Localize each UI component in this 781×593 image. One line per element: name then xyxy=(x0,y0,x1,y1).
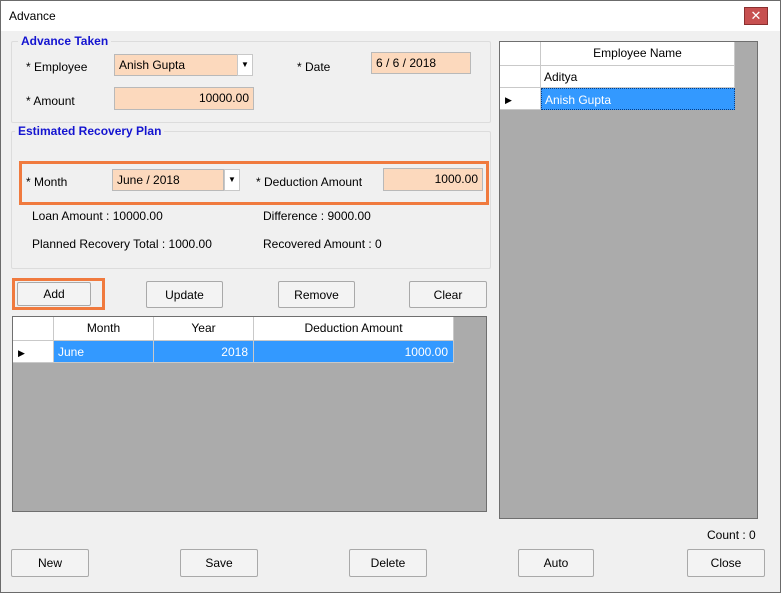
employee-row-header[interactable]: ▶ xyxy=(500,88,541,110)
deduction-amount-field[interactable]: 1000.00 xyxy=(383,168,483,191)
new-button[interactable]: New xyxy=(11,549,89,577)
employee-row-selected[interactable]: Anish Gupta xyxy=(541,88,735,110)
title-bar: Advance ✕ xyxy=(1,1,780,31)
current-row-pointer-icon: ▶ xyxy=(505,95,512,105)
deduction-amount-label: * Deduction Amount xyxy=(256,175,363,189)
employee-row-header[interactable] xyxy=(500,66,541,88)
month-label: * Month xyxy=(26,175,68,189)
employee-dropdown-icon[interactable]: ▼ xyxy=(237,54,253,76)
difference-text: Difference : 9000.00 xyxy=(263,209,371,223)
close-button[interactable]: Close xyxy=(687,549,765,577)
amount-label: * Amount xyxy=(26,94,75,108)
advance-window: Advance ✕ Advance Taken * Employee Anish… xyxy=(0,0,781,593)
row-header[interactable]: ▶ xyxy=(13,341,54,363)
update-button[interactable]: Update xyxy=(146,281,223,308)
month-dropdown-icon[interactable]: ▼ xyxy=(224,169,240,191)
column-header-month[interactable]: Month xyxy=(54,317,154,341)
planned-total-text: Planned Recovery Total : 1000.00 xyxy=(32,237,212,251)
loan-amount-text: Loan Amount : 10000.00 xyxy=(32,209,163,223)
window-close-icon[interactable]: ✕ xyxy=(744,7,768,25)
date-field[interactable]: 6 / 6 / 2018 xyxy=(371,52,471,74)
column-header-employee-name[interactable]: Employee Name xyxy=(541,42,735,66)
add-button[interactable]: Add xyxy=(17,282,91,306)
remove-button[interactable]: Remove xyxy=(278,281,355,308)
date-label: * Date xyxy=(297,60,331,74)
cell-month[interactable]: June xyxy=(54,341,154,363)
employee-combo[interactable]: Anish Gupta xyxy=(114,54,238,76)
cell-deduction-amount[interactable]: 1000.00 xyxy=(254,341,454,363)
auto-button[interactable]: Auto xyxy=(518,549,594,577)
save-button[interactable]: Save xyxy=(180,549,258,577)
delete-button[interactable]: Delete xyxy=(349,549,427,577)
column-header-deduction-amount[interactable]: Deduction Amount xyxy=(254,317,454,341)
cell-year[interactable]: 2018 xyxy=(154,341,254,363)
grid-corner-cell xyxy=(13,317,54,341)
employee-label: * Employee xyxy=(26,60,88,74)
employee-grid-corner-cell xyxy=(500,42,541,66)
current-row-pointer-icon: ▶ xyxy=(18,348,25,358)
advance-taken-title: Advance Taken xyxy=(18,34,112,48)
window-title: Advance xyxy=(9,9,56,23)
employee-grid[interactable]: Employee Name Aditya ▶ Anish Gupta xyxy=(499,41,758,519)
employee-row[interactable]: Aditya xyxy=(541,66,735,88)
month-combo[interactable]: June / 2018 xyxy=(112,169,224,191)
count-label: Count : 0 xyxy=(707,528,756,542)
recovery-plan-title: Estimated Recovery Plan xyxy=(15,124,165,138)
amount-field[interactable]: 10000.00 xyxy=(114,87,254,110)
column-header-year[interactable]: Year xyxy=(154,317,254,341)
recovered-amount-text: Recovered Amount : 0 xyxy=(263,237,382,251)
clear-button[interactable]: Clear xyxy=(409,281,487,308)
recovery-plan-grid[interactable]: Month Year Deduction Amount ▶ June 2018 … xyxy=(12,316,487,512)
